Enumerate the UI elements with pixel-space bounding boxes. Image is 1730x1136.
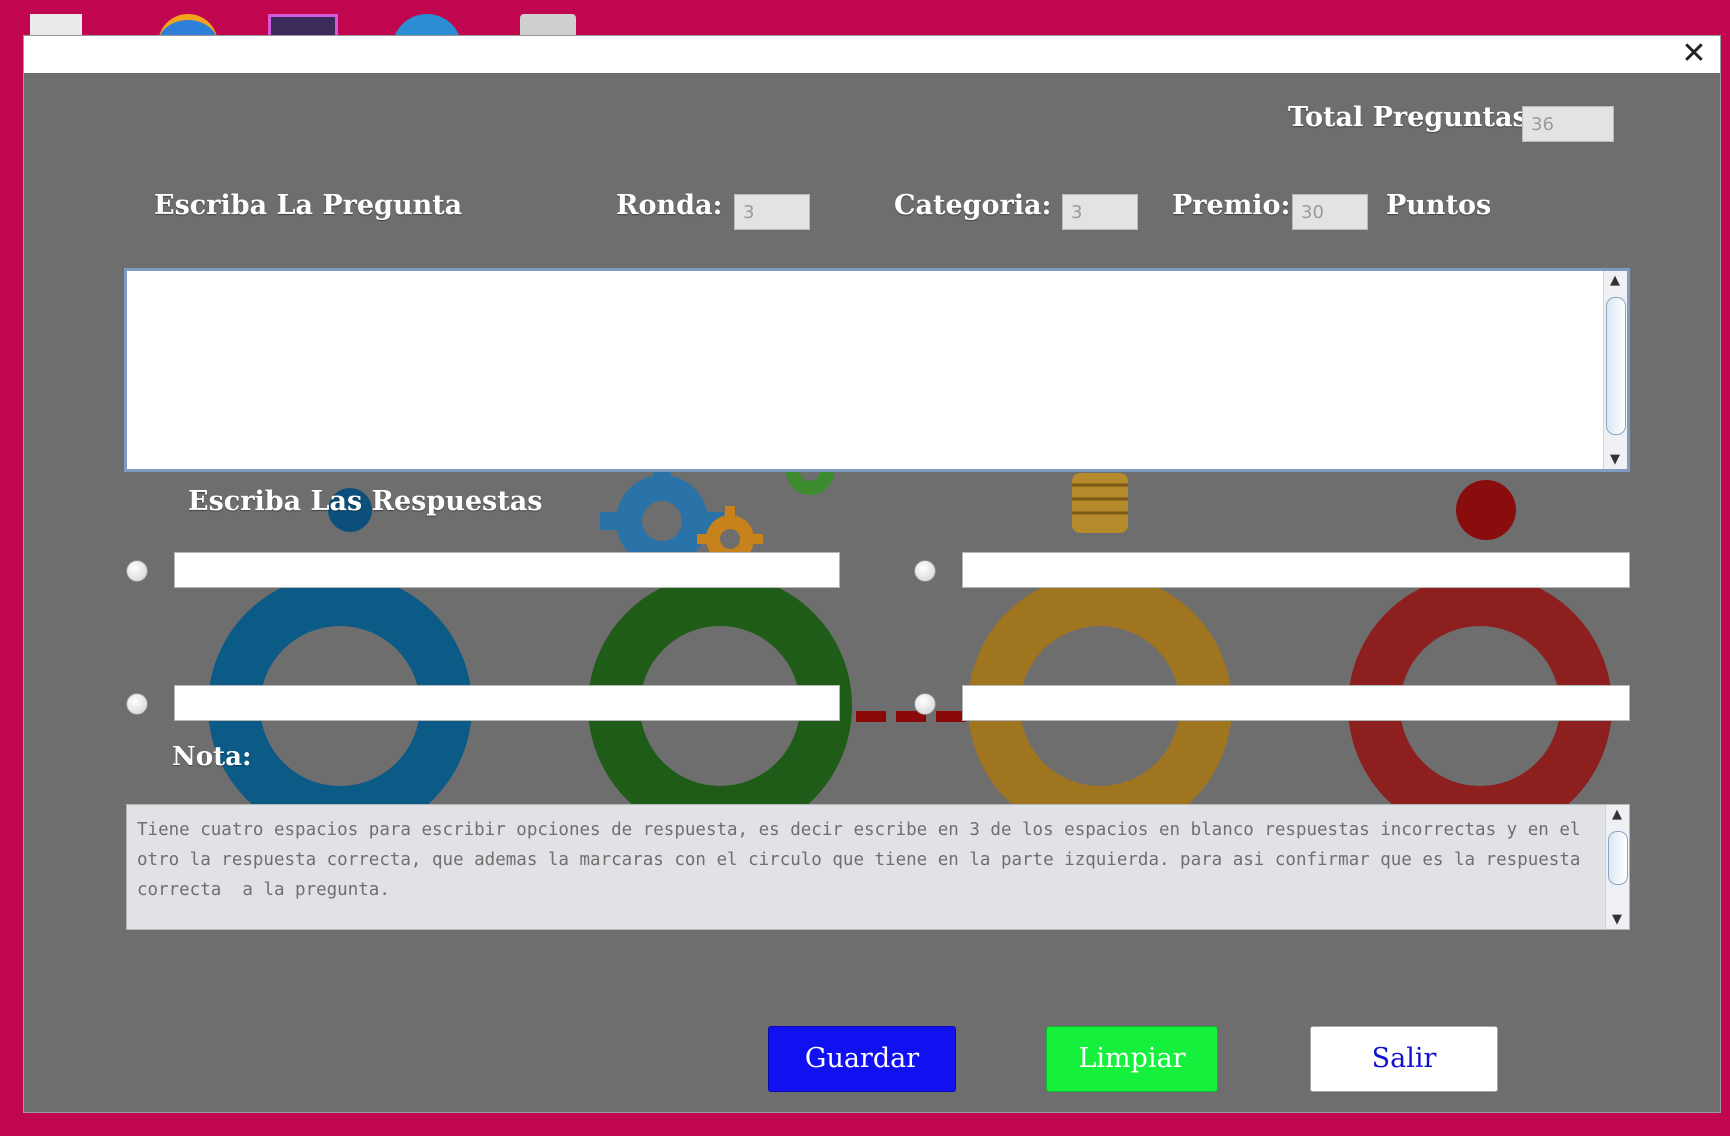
answer-2-radio[interactable] bbox=[914, 560, 936, 582]
note-textarea[interactable]: Tiene cuatro espacios para escribir opci… bbox=[126, 804, 1630, 930]
scroll-down-arrow-icon[interactable]: ▼ bbox=[1604, 452, 1626, 467]
categoria-field[interactable]: 3 bbox=[1062, 194, 1138, 230]
answers-heading: Escriba Las Respuestas bbox=[188, 486, 543, 517]
note-label: Nota: bbox=[172, 742, 252, 772]
total-preguntas-field[interactable]: 36 bbox=[1522, 106, 1614, 142]
note-text: Tiene cuatro espacios para escribir opci… bbox=[137, 820, 1591, 900]
ronda-field[interactable]: 3 bbox=[734, 194, 810, 230]
answer-3-field[interactable] bbox=[174, 685, 840, 721]
red-dot bbox=[1456, 480, 1516, 540]
background-illustration bbox=[208, 447, 1612, 843]
title-bar: ✕ bbox=[24, 36, 1720, 73]
ronda-label: Ronda: bbox=[616, 190, 723, 221]
puntos-label: Puntos bbox=[1386, 190, 1492, 221]
answer-4-field[interactable] bbox=[962, 685, 1630, 721]
premio-label: Premio: bbox=[1172, 190, 1291, 221]
scroll-up-arrow-icon[interactable]: ▲ bbox=[1606, 807, 1628, 822]
scroll-up-arrow-icon[interactable]: ▲ bbox=[1604, 273, 1626, 288]
question-heading: Escriba La Pregunta bbox=[154, 190, 463, 221]
exit-button[interactable]: Salir bbox=[1310, 1026, 1498, 1092]
answer-4-radio[interactable] bbox=[914, 693, 936, 715]
total-preguntas-label: Total Preguntas: bbox=[1288, 102, 1538, 133]
answer-2-field[interactable] bbox=[962, 552, 1630, 588]
scroll-down-arrow-icon[interactable]: ▼ bbox=[1606, 912, 1628, 927]
question-editor-window: ✕ Total Preguntas: 36 Escriba La Pregunt… bbox=[24, 36, 1720, 1112]
note-scrollbar[interactable]: ▲ ▼ bbox=[1605, 805, 1629, 929]
close-icon[interactable]: ✕ bbox=[1674, 38, 1714, 70]
answer-3-radio[interactable] bbox=[126, 693, 148, 715]
premio-field[interactable]: 30 bbox=[1292, 194, 1368, 230]
answer-1-field[interactable] bbox=[174, 552, 840, 588]
lightbulb-base bbox=[1072, 473, 1128, 533]
answer-1-radio[interactable] bbox=[126, 560, 148, 582]
save-button[interactable]: Guardar bbox=[768, 1026, 956, 1092]
question-textarea[interactable]: ▲ ▼ bbox=[124, 268, 1630, 472]
clear-button[interactable]: Limpiar bbox=[1046, 1026, 1218, 1092]
scroll-thumb[interactable] bbox=[1606, 297, 1626, 435]
question-scrollbar[interactable]: ▲ ▼ bbox=[1603, 271, 1627, 469]
categoria-label: Categoria: bbox=[894, 190, 1052, 221]
scroll-thumb[interactable] bbox=[1608, 831, 1628, 885]
